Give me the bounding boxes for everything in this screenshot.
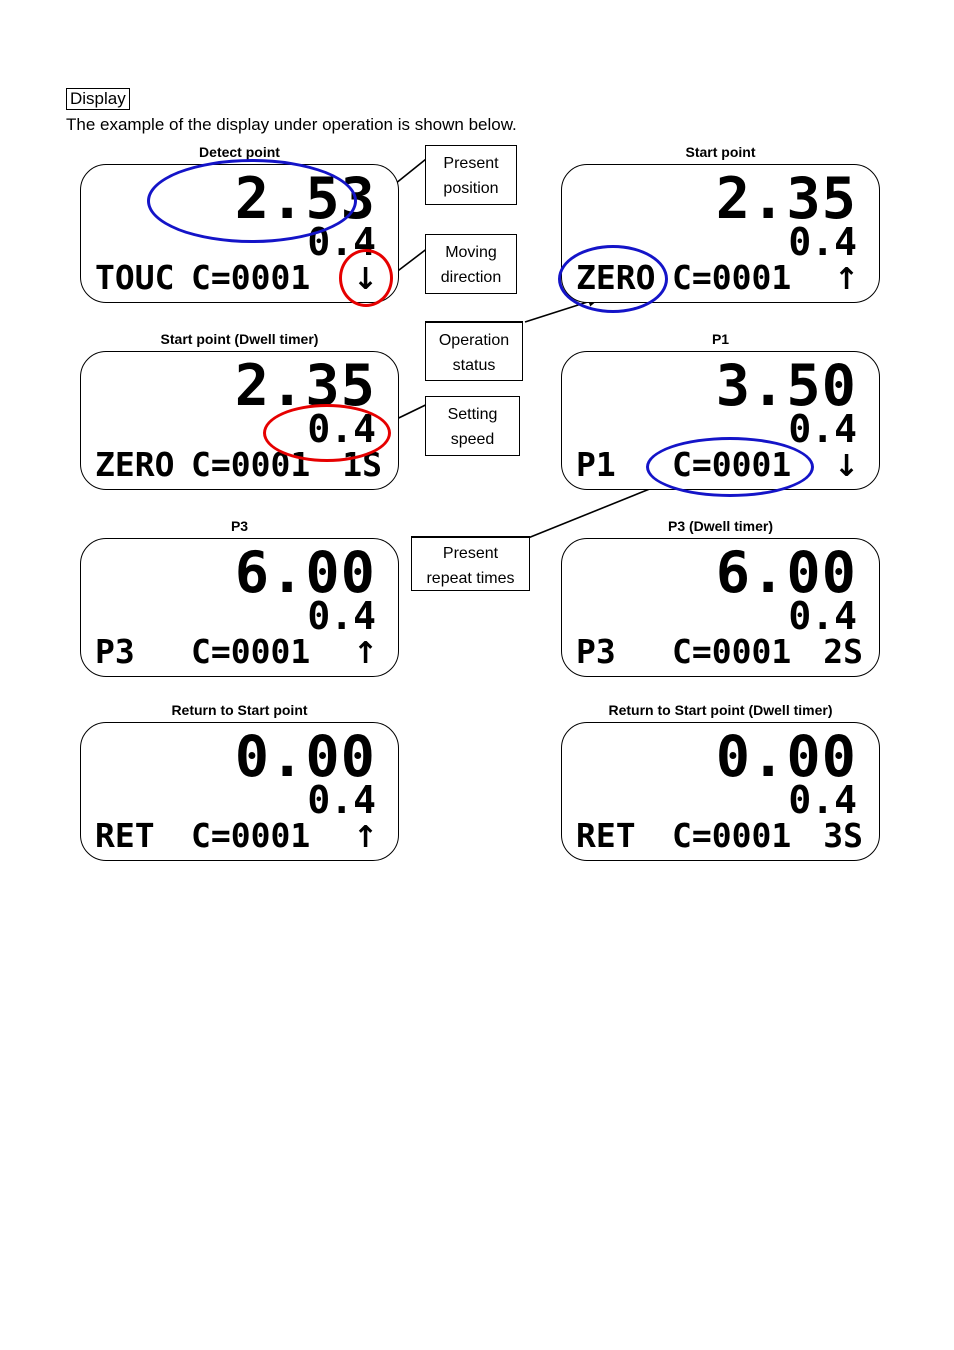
up-arrow-icon: ↑ bbox=[833, 262, 859, 297]
lcd-screen: 0.00 0.4 RET C=0001 ↑ bbox=[80, 722, 399, 861]
lcd-operation-status: P1 bbox=[576, 445, 616, 484]
lcd-repeat-count: C=0001 bbox=[191, 445, 311, 484]
lcd-operation-status: P3 bbox=[95, 632, 135, 671]
lcd-dwell-timer: 1S bbox=[342, 445, 382, 484]
callout-line-1: Present bbox=[443, 155, 499, 172]
panel-caption: P3 (Dwell timer) bbox=[667, 518, 774, 534]
lcd-setting-speed: 0.4 bbox=[307, 220, 376, 264]
callout-line-1: Present bbox=[442, 545, 499, 562]
lcd-screen: 3.50 0.4 P1 C=0001 ↓ bbox=[561, 351, 880, 497]
panel-detect-point: Detect point 2.53 0.4 TOUC C=0001 ↓ bbox=[80, 144, 399, 307]
lcd-bottom-row: TOUC C=0001 ↓ bbox=[95, 261, 384, 295]
lcd-repeat-count: C=0001 bbox=[672, 632, 792, 671]
lcd-setting-speed: 0.4 bbox=[307, 594, 376, 638]
lcd-screen: 6.00 0.4 P3 C=0001 ↑ bbox=[80, 538, 399, 677]
lcd-operation-status: TOUC bbox=[95, 258, 175, 297]
panel-p3-dwell-timer: P3 (Dwell timer) 6.00 0.4 P3 C=0001 2S bbox=[561, 518, 880, 677]
header-block: Display The example of the display under… bbox=[66, 88, 766, 135]
panel-caption: P3 bbox=[230, 518, 249, 534]
lcd-operation-status: RET bbox=[95, 816, 155, 855]
callout-moving-direction: Moving direction bbox=[425, 234, 517, 294]
lcd-bottom-row: RET C=0001 ↑ bbox=[95, 819, 384, 853]
panel-caption: Start point bbox=[685, 144, 756, 160]
lcd-setting-speed: 0.4 bbox=[788, 220, 857, 264]
up-arrow-icon: ↑ bbox=[352, 820, 378, 855]
callout-line-2: speed bbox=[450, 431, 495, 448]
lcd-screen: 0.00 0.4 RET C=0001 3S bbox=[561, 722, 880, 861]
panel-start-point: Start point 2.35 0.4 ZERO C=0001 ↑ bbox=[558, 144, 880, 313]
document-page: Display The example of the display under… bbox=[0, 0, 954, 1350]
lcd-operation-status: RET bbox=[576, 816, 636, 855]
lcd-repeat-count: C=0001 bbox=[672, 816, 792, 855]
panel-return-to-start-point: Return to Start point 0.00 0.4 RET C=000… bbox=[80, 702, 399, 861]
callout-line-2: position bbox=[443, 180, 499, 197]
panel-caption: Detect point bbox=[199, 144, 280, 160]
down-arrow-icon: ↓ bbox=[833, 449, 859, 484]
panel-p3: P3 6.00 0.4 P3 C=0001 ↑ bbox=[80, 518, 399, 677]
panel-return-to-start-point-dwell-timer: Return to Start point (Dwell timer) 0.00… bbox=[561, 702, 880, 861]
callout-line-2: status bbox=[452, 357, 496, 374]
lcd-bottom-row: P1 C=0001 ↓ bbox=[576, 448, 865, 482]
lcd-repeat-count: C=0001 bbox=[191, 258, 311, 297]
lcd-operation-status: P3 bbox=[576, 632, 616, 671]
lcd-screen: 2.53 0.4 TOUC C=0001 ↓ bbox=[80, 159, 399, 307]
panel-caption: P1 bbox=[711, 331, 730, 347]
lcd-bottom-row: P3 C=0001 2S bbox=[576, 635, 865, 669]
callout-line-1: Moving bbox=[445, 244, 497, 261]
lcd-screen: 2.35 0.4 ZERO C=0001 1S bbox=[80, 351, 399, 490]
callout-present-repeat-times: Present repeat times bbox=[411, 536, 530, 591]
callout-setting-speed: Setting speed bbox=[425, 396, 520, 456]
up-arrow-icon: ↑ bbox=[352, 636, 378, 671]
lcd-repeat-count: C=0001 bbox=[191, 632, 311, 671]
lcd-bottom-row: ZERO C=0001 1S bbox=[95, 448, 384, 482]
down-arrow-icon: ↓ bbox=[352, 262, 378, 297]
callout-operation-status: Operation status bbox=[425, 321, 523, 381]
panel-caption: Return to Start point (Dwell timer) bbox=[608, 702, 833, 718]
lcd-dwell-timer: 3S bbox=[823, 816, 863, 855]
lcd-bottom-row: RET C=0001 3S bbox=[576, 819, 865, 853]
panel-p1: P1 3.50 0.4 P1 C=0001 ↓ bbox=[561, 331, 880, 497]
lcd-operation-status: ZERO bbox=[576, 258, 656, 297]
lcd-screen: 2.35 0.4 ZERO C=0001 ↑ bbox=[558, 164, 880, 313]
callout-line-1: Operation bbox=[438, 332, 510, 349]
panel-caption: Start point (Dwell timer) bbox=[160, 331, 319, 347]
lcd-repeat-count: C=0001 bbox=[672, 445, 792, 484]
lcd-operation-status: ZERO bbox=[95, 445, 175, 484]
lcd-setting-speed: 0.4 bbox=[788, 778, 857, 822]
lcd-bottom-row: P3 C=0001 ↑ bbox=[95, 635, 384, 669]
lcd-repeat-count: C=0001 bbox=[191, 816, 311, 855]
panel-caption: Return to Start point bbox=[171, 702, 308, 718]
lcd-repeat-count: C=0001 bbox=[672, 258, 792, 297]
callout-line-2: repeat times bbox=[426, 570, 515, 587]
lcd-screen: 6.00 0.4 P3 C=0001 2S bbox=[561, 538, 880, 677]
lcd-setting-speed: 0.4 bbox=[307, 778, 376, 822]
lcd-setting-speed: 0.4 bbox=[788, 407, 857, 451]
callout-present-position: Present position bbox=[425, 145, 517, 205]
callout-line-2: direction bbox=[440, 269, 502, 286]
lcd-bottom-row: ZERO C=0001 ↑ bbox=[576, 261, 865, 295]
intro-sentence: The example of the display under operati… bbox=[66, 115, 517, 134]
panel-start-point-dwell-timer: Start point (Dwell timer) 2.35 0.4 ZERO … bbox=[80, 331, 399, 490]
lcd-setting-speed: 0.4 bbox=[788, 594, 857, 638]
lcd-dwell-timer: 2S bbox=[823, 632, 863, 671]
section-title-display: Display bbox=[66, 88, 130, 110]
lcd-setting-speed: 0.4 bbox=[307, 407, 376, 451]
callout-line-1: Setting bbox=[447, 406, 498, 423]
